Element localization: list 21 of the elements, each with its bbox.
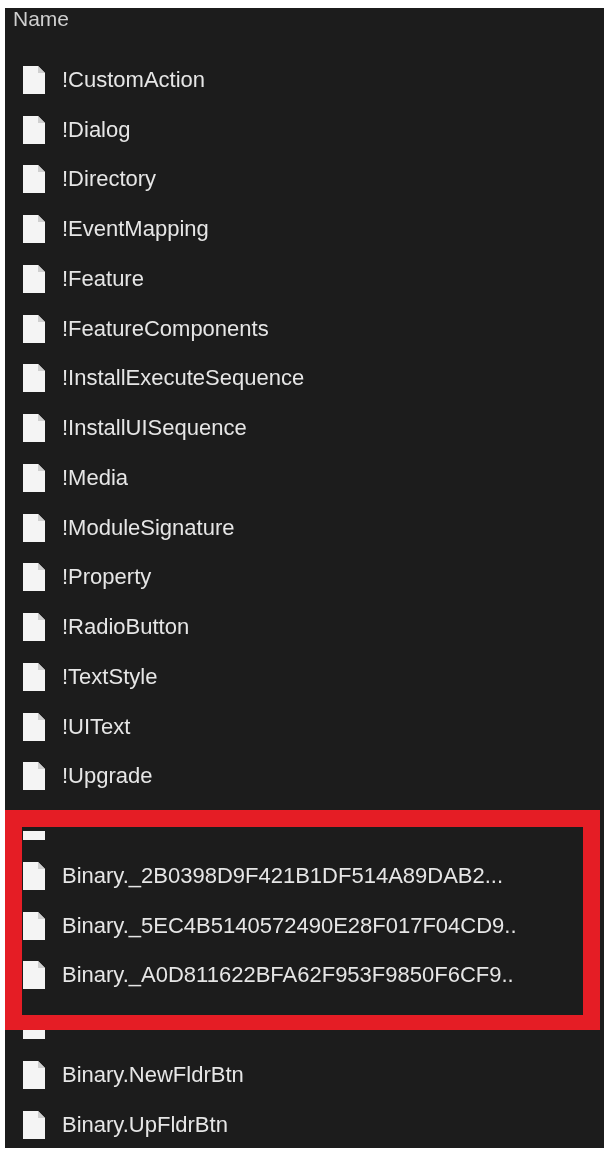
file-row[interactable]: Binary.UpFldrBtn <box>5 1099 604 1148</box>
file-row[interactable]: !UIText <box>5 701 604 752</box>
file-row[interactable]: !Upgrade <box>5 751 604 802</box>
file-row[interactable]: Binary._2B0398D9F421B1DF514A89DAB2... <box>5 851 604 901</box>
file-row[interactable]: !Property <box>5 552 604 603</box>
file-row[interactable]: !ModuleSignature <box>5 502 604 553</box>
file-row[interactable]: !CustomAction <box>5 55 604 105</box>
file-row[interactable]: Binary._A0D811622BFA62F953F9850F6CF9.. <box>5 950 604 1001</box>
file-row[interactable]: !Feature <box>5 254 604 304</box>
file-row[interactable]: !Media <box>5 453 604 503</box>
file-row[interactable]: !FeatureComponents <box>5 303 604 354</box>
file-row[interactable]: Binary.NewFldrBtn <box>5 1050 604 1100</box>
file-row[interactable]: !EventMapping <box>5 204 604 254</box>
file-row[interactable]: !InstallUISequence <box>5 403 604 453</box>
file-row[interactable]: !InstallExecuteSequence <box>5 353 604 404</box>
file-row[interactable]: !Dialog <box>5 104 604 155</box>
file-row[interactable]: Binary._5EC4B5140572490E28F017F04CD9.. <box>5 900 604 951</box>
file-row[interactable]: !Directory <box>5 154 604 205</box>
file-row[interactable]: !RadioButton <box>5 602 604 652</box>
column-header[interactable]: Name <box>5 8 70 30</box>
file-row[interactable]: !TextStyle <box>5 652 604 702</box>
